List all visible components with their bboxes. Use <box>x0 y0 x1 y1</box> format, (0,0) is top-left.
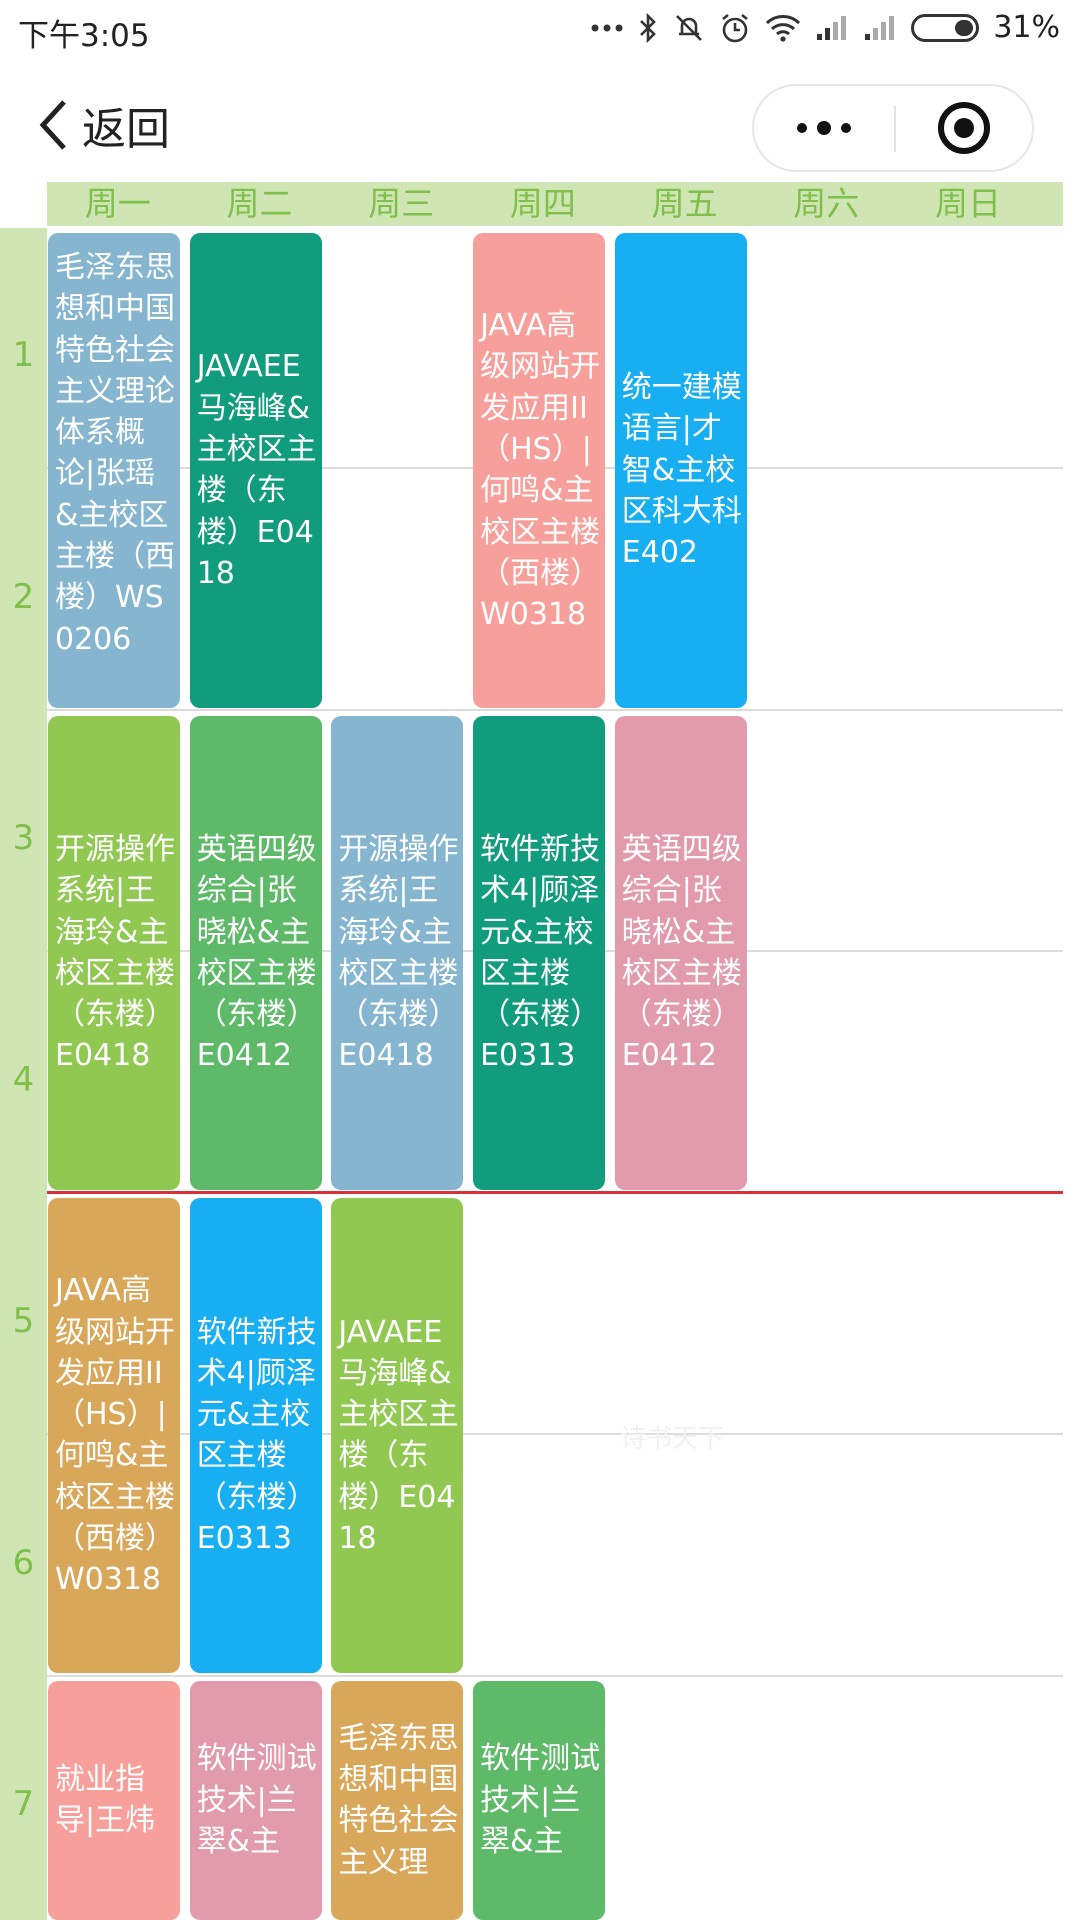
course-text: JAVA高级网站开发应用II（HS）|何鸣&主校区主楼（西楼）W0318 <box>480 308 601 633</box>
target-close-icon <box>938 102 990 154</box>
course-text: 统一建模语言|才智&主校区科大科E402 <box>621 370 742 571</box>
course-card[interactable]: 毛泽东思想和中国特色社会主义理论体系概论|张瑶&主校区主楼（西楼）WS0206 <box>48 233 180 708</box>
course-card[interactable]: JAVA高级网站开发应用II（HS）|何鸣&主校区主楼（西楼）W0318 <box>48 1198 180 1673</box>
course-text: 毛泽东思想和中国特色社会主义理 <box>338 1720 459 1880</box>
course-card[interactable]: 开源操作系统|王海玲&主校区主楼（东楼）E0418 <box>48 715 180 1191</box>
week-header: 周一 周二 周三 周四 周五 周六 周日 <box>47 182 1063 226</box>
signal-icon <box>817 15 847 40</box>
period-number: 7 <box>12 1784 35 1824</box>
mute-icon <box>676 14 703 41</box>
course-text: 软件新技术4|顾泽元&主校区主楼（东楼）E0313 <box>196 1314 317 1557</box>
period-number: 3 <box>12 818 35 858</box>
alarm-icon <box>722 13 749 42</box>
course-card[interactable]: 软件测试技术|兰翠&主 <box>473 1680 606 1920</box>
status-time: 下午3:05 <box>18 18 150 54</box>
status-icons: 31% <box>591 10 1060 45</box>
signal-icon <box>865 15 895 40</box>
period-number: 1 <box>12 335 35 375</box>
weekday-sun: 周日 <box>934 184 1001 223</box>
period-column: 1 2 3 4 5 6 7 <box>0 228 47 1920</box>
course-card[interactable]: JAVA高级网站开发应用II（HS）|何鸣&主校区主楼（西楼）W0318 <box>473 233 606 708</box>
course-text: JAVAEE马海峰&主校区主楼（东楼）E0418 <box>338 1314 459 1557</box>
weekday-thu: 周四 <box>509 184 576 223</box>
period-number: 5 <box>12 1301 35 1341</box>
course-card[interactable]: 开源操作系统|王海玲&主校区主楼（东楼）E0418 <box>331 715 464 1191</box>
back-button[interactable]: 返回 <box>38 90 170 160</box>
course-text: 软件测试技术|兰翠&主 <box>196 1741 317 1860</box>
watermark: 诗书天下 <box>620 1424 725 1454</box>
course-text: 就业指导|王炜 <box>55 1762 156 1839</box>
course-text: 软件新技术4|顾泽元&主校区主楼（东楼）E0313 <box>480 832 601 1074</box>
course-card[interactable]: JAVAEE马海峰&主校区主楼（东楼）E0418 <box>331 1198 464 1673</box>
course-text: 软件测试技术|兰翠&主 <box>480 1741 601 1860</box>
weekday-sat: 周六 <box>793 184 860 223</box>
grid-line <box>47 1675 1063 1677</box>
wifi-icon <box>766 14 801 42</box>
course-text: JAVAEE马海峰&主校区主楼（东楼）E0418 <box>196 349 317 591</box>
bluetooth-icon <box>640 12 657 43</box>
weekday-fri: 周五 <box>651 184 718 223</box>
nav-bar: 返回 <box>0 70 1080 180</box>
course-card[interactable]: 软件新技术4|顾泽元&主校区主楼（东楼）E0313 <box>189 1198 322 1673</box>
course-card[interactable]: 统一建模语言|才智&主校区科大科E402 <box>614 233 747 708</box>
weekday-mon: 周一 <box>84 184 151 223</box>
weekday-tue: 周二 <box>226 184 293 223</box>
course-text: 英语四级综合|张晓松&主校区主楼（东楼）E0412 <box>621 832 742 1074</box>
dots-icon <box>591 24 623 31</box>
course-text: 英语四级综合|张晓松&主校区主楼（东楼）E0412 <box>196 832 317 1074</box>
course-text: 毛泽东思想和中国特色社会主义理论体系概论|张瑶&主校区主楼（西楼）WS0206 <box>55 250 175 657</box>
battery-icon <box>911 13 980 42</box>
weekday-wed: 周三 <box>368 184 435 223</box>
course-card[interactable]: 软件测试技术|兰翠&主 <box>189 1680 322 1920</box>
course-text: JAVA高级网站开发应用II（HS）|何鸣&主校区主楼（西楼）W0318 <box>55 1273 175 1598</box>
more-dots-icon <box>797 121 851 135</box>
current-time-line <box>47 1191 1063 1194</box>
status-bar: 下午3:05 31% <box>0 0 1080 64</box>
course-card[interactable]: 就业指导|王炜 <box>48 1680 180 1920</box>
back-label: 返回 <box>82 104 170 155</box>
grid-line <box>47 709 1063 711</box>
close-button[interactable] <box>896 86 1032 170</box>
course-text: 开源操作系统|王海玲&主校区主楼（东楼）E0418 <box>338 832 459 1074</box>
course-card[interactable]: 软件新技术4|顾泽元&主校区主楼（东楼）E0313 <box>473 715 606 1191</box>
course-card[interactable]: 英语四级综合|张晓松&主校区主楼（东楼）E0412 <box>614 715 747 1191</box>
period-number: 6 <box>12 1543 35 1583</box>
mini-program-capsule <box>752 84 1034 172</box>
course-card[interactable]: JAVAEE马海峰&主校区主楼（东楼）E0418 <box>189 233 322 708</box>
course-card[interactable]: 英语四级综合|张晓松&主校区主楼（东楼）E0412 <box>189 715 322 1191</box>
course-text: 开源操作系统|王海玲&主校区主楼（东楼）E0418 <box>55 832 175 1074</box>
course-card[interactable]: 毛泽东思想和中国特色社会主义理 <box>331 1680 464 1920</box>
more-button[interactable] <box>754 86 894 170</box>
battery-percent: 31% <box>993 10 1060 45</box>
period-number: 4 <box>12 1060 35 1100</box>
chevron-left-icon <box>39 100 66 150</box>
period-number: 2 <box>12 577 35 617</box>
